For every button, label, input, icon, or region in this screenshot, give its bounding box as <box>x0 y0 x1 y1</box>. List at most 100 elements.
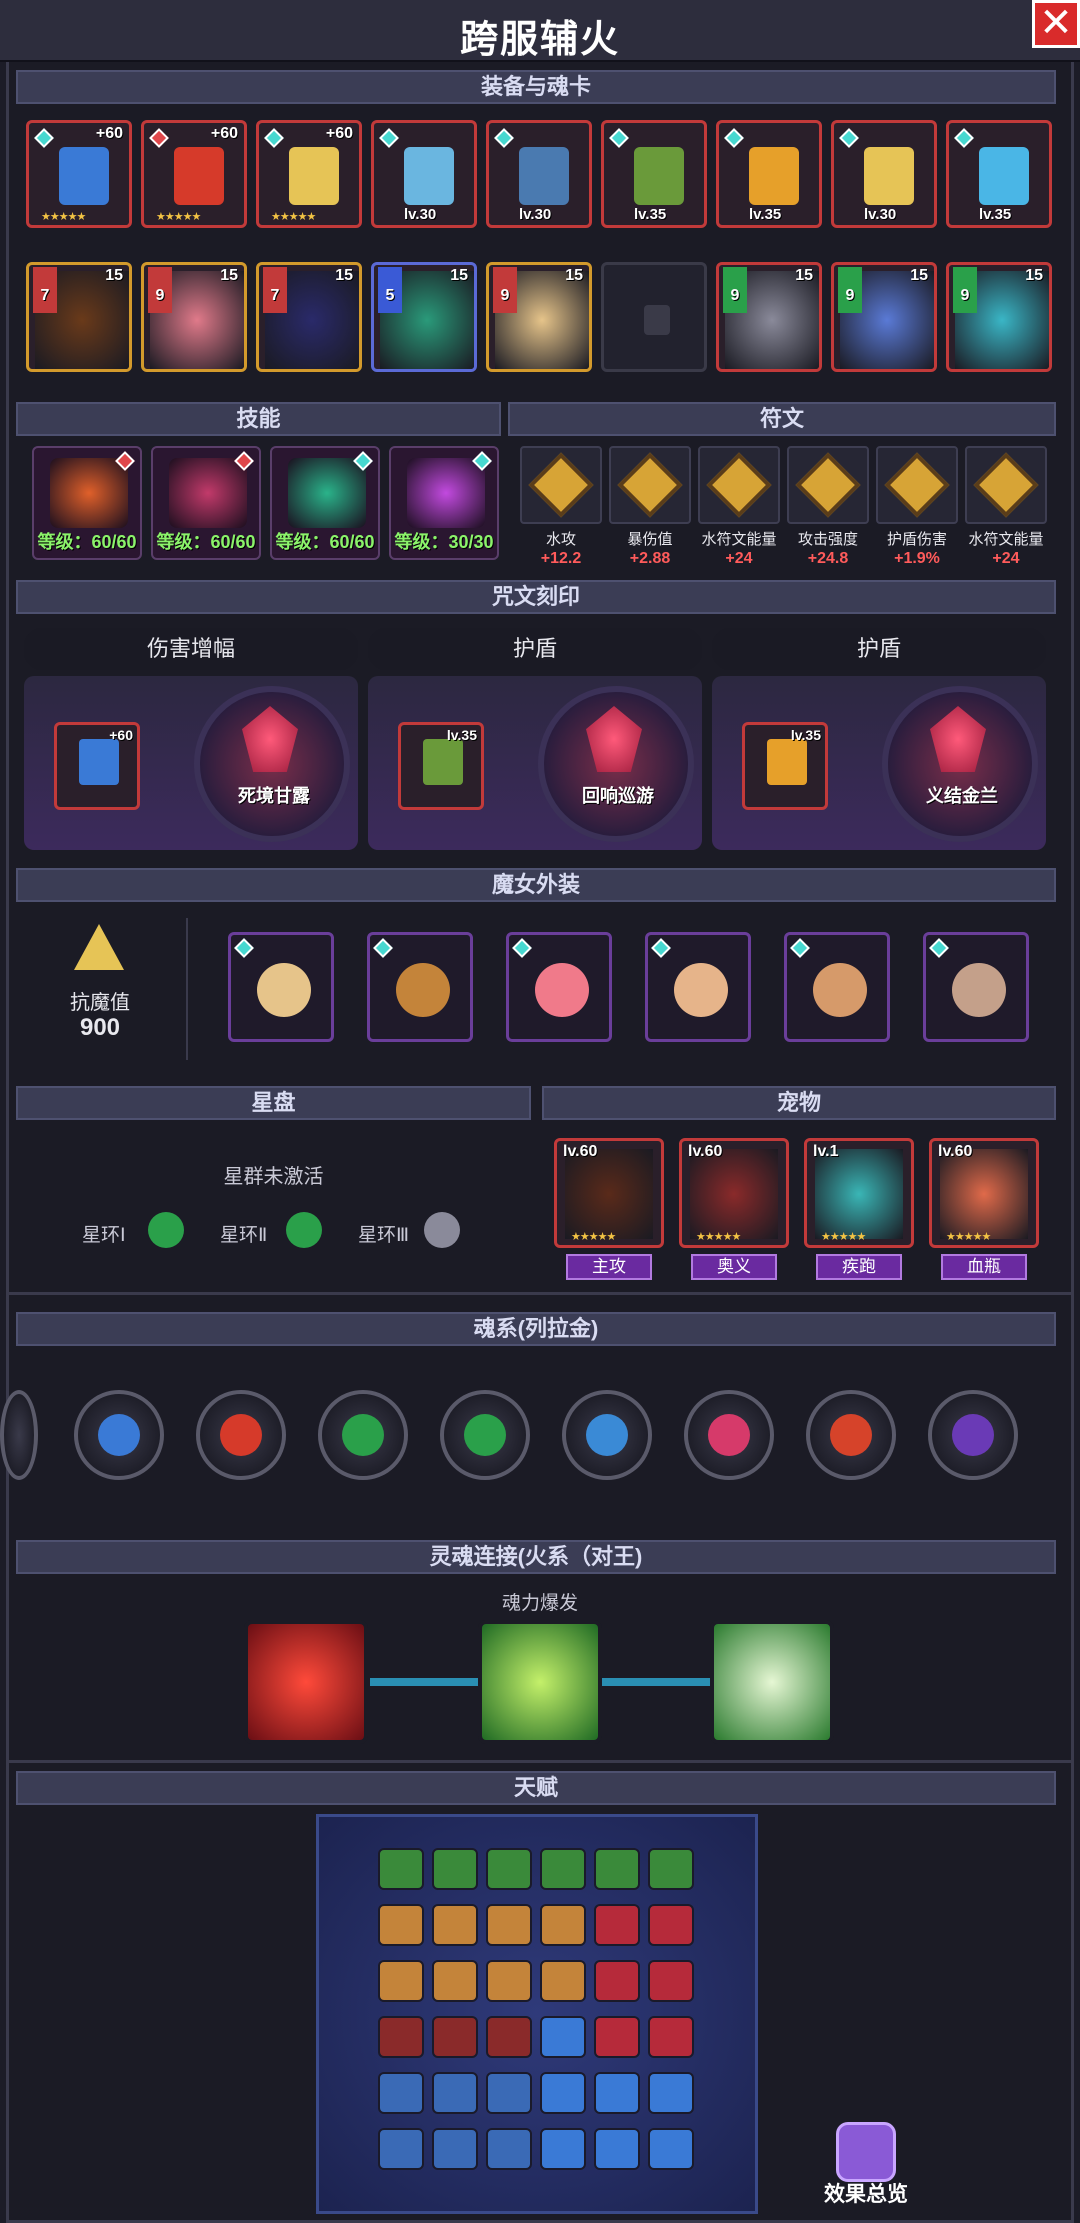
close-icon[interactable]: ✕ <box>1032 0 1080 48</box>
talent-node[interactable] <box>540 1960 586 2002</box>
talent-node[interactable] <box>648 1904 694 1946</box>
clock-soul-icon[interactable] <box>710 1620 834 1744</box>
soul-orb[interactable] <box>562 1390 652 1480</box>
equipment-slot[interactable]: +60 ★★★★★ <box>26 120 132 228</box>
soul-card[interactable]: 9 15 <box>716 262 822 372</box>
equipment-slot[interactable]: lv.30 <box>486 120 592 228</box>
talent-node[interactable] <box>486 2016 532 2058</box>
costume-slot[interactable] <box>645 932 751 1042</box>
star-ring-icon[interactable] <box>148 1212 184 1248</box>
talent-node[interactable] <box>432 1960 478 2002</box>
equipment-slot[interactable]: lv.30 <box>371 120 477 228</box>
soul-card[interactable]: 7 15 <box>26 262 132 372</box>
talent-node[interactable] <box>378 1904 424 1946</box>
equipment-slot[interactable]: lv.30 <box>831 120 937 228</box>
power-soul-icon[interactable] <box>478 1620 602 1744</box>
talent-node[interactable] <box>378 2072 424 2114</box>
talent-node[interactable] <box>648 1848 694 1890</box>
talent-node[interactable] <box>486 1848 532 1890</box>
soul-card[interactable]: 9 15 <box>141 262 247 372</box>
talent-node[interactable] <box>648 2128 694 2170</box>
star-ring-icon[interactable] <box>286 1212 322 1248</box>
skill-slot[interactable]: 等级：60/60 <box>32 446 142 560</box>
talent-node[interactable] <box>378 2128 424 2170</box>
costume-slot[interactable] <box>228 932 334 1042</box>
overview-button[interactable]: 效果总览 <box>806 2178 926 2208</box>
talent-node[interactable] <box>378 1960 424 2002</box>
curse-item[interactable]: +60 <box>54 722 140 810</box>
soul-card[interactable] <box>601 262 707 372</box>
talent-node[interactable] <box>594 1960 640 2002</box>
talent-node[interactable] <box>432 1904 478 1946</box>
talent-node[interactable] <box>432 1848 478 1890</box>
pet-slot[interactable]: lv.1 ★★★★★ <box>804 1138 914 1248</box>
rune-slot[interactable] <box>698 446 780 524</box>
talent-node[interactable] <box>486 2128 532 2170</box>
soul-card[interactable]: 9 15 <box>486 262 592 372</box>
soul-orb[interactable] <box>806 1390 896 1480</box>
equipment-slot[interactable]: lv.35 <box>716 120 822 228</box>
costume-slot[interactable] <box>367 932 473 1042</box>
talent-node[interactable] <box>594 1904 640 1946</box>
equipment-slot[interactable]: +60 ★★★★★ <box>141 120 247 228</box>
fire-soul-icon[interactable] <box>244 1620 368 1744</box>
pet-level: lv.60 <box>938 1143 973 1160</box>
talent-node[interactable] <box>648 2072 694 2114</box>
skill-slot[interactable]: 等级：60/60 <box>270 446 380 560</box>
talent-node[interactable] <box>540 2072 586 2114</box>
gem-icon <box>494 128 514 148</box>
soul-orb[interactable] <box>928 1390 1018 1480</box>
soul-card[interactable]: 9 15 <box>831 262 937 372</box>
talent-node[interactable] <box>648 2016 694 2058</box>
equipment-slot[interactable]: lv.35 <box>601 120 707 228</box>
rune-slot[interactable] <box>965 446 1047 524</box>
rune-slot[interactable] <box>787 446 869 524</box>
card-star: 9 <box>838 267 862 313</box>
costume-slot[interactable] <box>923 932 1029 1042</box>
pet-slot[interactable]: lv.60 ★★★★★ <box>554 1138 664 1248</box>
talent-node[interactable] <box>594 1848 640 1890</box>
talent-node[interactable] <box>648 1960 694 2002</box>
rune-slot[interactable] <box>876 446 958 524</box>
soul-card[interactable]: 9 15 <box>946 262 1052 372</box>
talent-node[interactable] <box>594 2016 640 2058</box>
talent-node[interactable] <box>432 2072 478 2114</box>
talent-node[interactable] <box>486 1960 532 2002</box>
talent-node[interactable] <box>540 1848 586 1890</box>
costume-slot[interactable] <box>506 932 612 1042</box>
talent-node[interactable] <box>378 2016 424 2058</box>
curse-item[interactable]: lv.35 <box>398 722 484 810</box>
soul-orb[interactable] <box>318 1390 408 1480</box>
soul-orb[interactable] <box>196 1390 286 1480</box>
equipment-slot[interactable]: +60 ★★★★★ <box>256 120 362 228</box>
skill-slot[interactable]: 等级：60/60 <box>151 446 261 560</box>
skill-slot[interactable]: 等级：30/30 <box>389 446 499 560</box>
soul-orb[interactable] <box>74 1390 164 1480</box>
overview-icon[interactable] <box>836 2122 896 2182</box>
star-ring-icon[interactable] <box>424 1212 460 1248</box>
soul-card[interactable]: 7 15 <box>256 262 362 372</box>
talent-node[interactable] <box>540 2016 586 2058</box>
talent-node[interactable] <box>540 1904 586 1946</box>
talent-node[interactable] <box>432 2016 478 2058</box>
curse-item[interactable]: lv.35 <box>742 722 828 810</box>
curse-name: 回响巡游 <box>582 786 654 806</box>
talent-node[interactable] <box>486 2072 532 2114</box>
talent-node[interactable] <box>594 2072 640 2114</box>
rune-slot[interactable] <box>520 446 602 524</box>
talent-node[interactable] <box>594 2128 640 2170</box>
soul-orb[interactable] <box>684 1390 774 1480</box>
soul-orb[interactable] <box>0 1390 38 1480</box>
pet-slot[interactable]: lv.60 ★★★★★ <box>679 1138 789 1248</box>
pet-slot[interactable]: lv.60 ★★★★★ <box>929 1138 1039 1248</box>
soul-orb[interactable] <box>440 1390 530 1480</box>
soul-card[interactable]: 5 15 <box>371 262 477 372</box>
card-star: 9 <box>953 267 977 313</box>
rune-slot[interactable] <box>609 446 691 524</box>
talent-node[interactable] <box>540 2128 586 2170</box>
costume-slot[interactable] <box>784 932 890 1042</box>
talent-node[interactable] <box>486 1904 532 1946</box>
talent-node[interactable] <box>432 2128 478 2170</box>
equipment-slot[interactable]: lv.35 <box>946 120 1052 228</box>
talent-node[interactable] <box>378 1848 424 1890</box>
